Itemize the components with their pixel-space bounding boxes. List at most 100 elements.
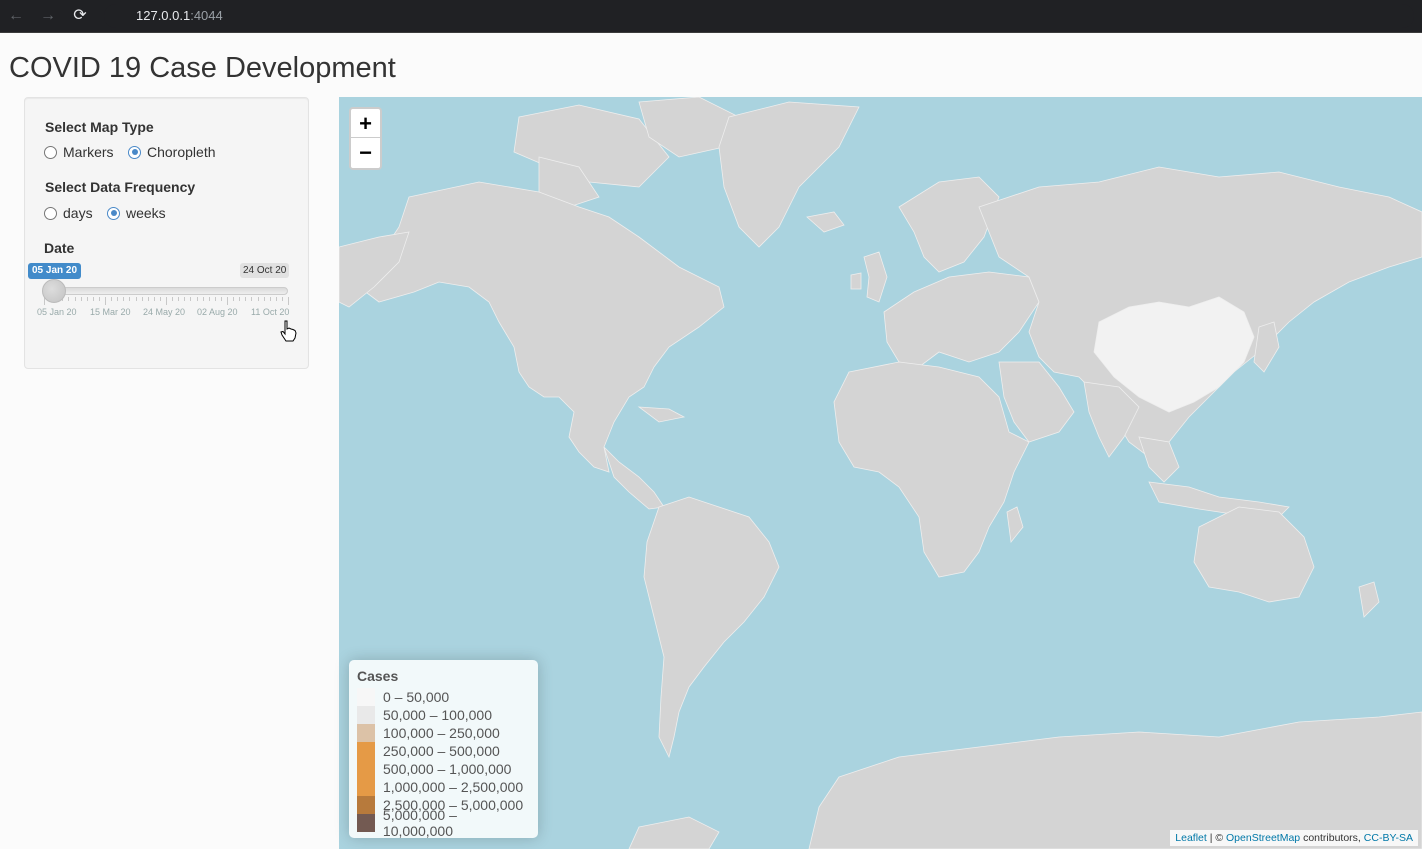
legend-item: 0 – 50,000 (357, 688, 530, 706)
legend-swatch (357, 760, 375, 778)
legend-label: 1,000,000 – 2,500,000 (383, 779, 524, 795)
slider-tick (178, 297, 180, 301)
attribution-sep: | © (1206, 832, 1227, 844)
date-slider-handle[interactable] (42, 279, 66, 303)
radio-days[interactable]: days (44, 205, 93, 221)
slider-tick (196, 297, 198, 301)
legend-title: Cases (357, 668, 399, 684)
slider-tick (245, 297, 247, 301)
date-label: Date (44, 240, 75, 256)
browser-toolbar: ← → ⟳ i 127.0.0.1:4044 (0, 0, 1422, 33)
hand-cursor-icon (280, 320, 297, 342)
slider-tick (275, 297, 277, 301)
slider-tick (184, 297, 186, 301)
url-port: :4044 (190, 8, 223, 23)
legend-label: 250,000 – 500,000 (383, 743, 500, 759)
slider-tick (239, 297, 241, 301)
slider-tick (220, 297, 222, 301)
slider-tick (166, 297, 167, 305)
radio-markers-label: Markers (63, 144, 114, 160)
radio-weeks-label: weeks (126, 205, 166, 221)
slider-tick (208, 297, 210, 301)
slider-tick (141, 297, 143, 301)
slider-tick (288, 297, 289, 305)
slider-tick (105, 297, 106, 305)
zoom-out-button[interactable]: − (351, 138, 380, 167)
slider-from-badge: 05 Jan 20 (28, 263, 82, 279)
back-icon[interactable]: ← (6, 6, 26, 26)
slider-tick (111, 297, 113, 301)
legend-item: 5,000,000 – 10,000,000 (357, 807, 530, 839)
slider-tick (117, 297, 119, 301)
slider-tick (68, 297, 70, 301)
radio-choropleth-dot[interactable] (128, 145, 141, 159)
slider-tick (263, 297, 265, 301)
legend-swatch (357, 706, 375, 724)
tick-label: 24 May 20 (143, 307, 186, 317)
tick-label: 11 Oct 20 (251, 307, 290, 317)
map-attribution: Leaflet | © OpenStreetMap contributors, … (1170, 830, 1418, 846)
radio-markers-dot[interactable] (44, 145, 57, 159)
slider-tick (129, 297, 131, 301)
legend-label: 500,000 – 1,000,000 (383, 761, 512, 777)
slider-max-badge: 24 Oct 20 (240, 263, 290, 278)
tick-label: 15 Mar 20 (90, 307, 131, 317)
slider-tick (172, 297, 174, 301)
attribution-contrib: contributors, (1300, 832, 1364, 844)
slider-tick (227, 297, 228, 305)
reload-icon[interactable]: ⟳ (70, 6, 90, 26)
legend-swatch (357, 724, 375, 742)
frequency-label: Select Data Frequency (45, 179, 196, 195)
radio-days-dot[interactable] (44, 206, 57, 220)
tick-label: 02 Aug 20 (197, 307, 238, 317)
slider-ticks (44, 297, 289, 305)
sidebar-panel (24, 97, 309, 369)
radio-choropleth-label: Choropleth (147, 144, 216, 160)
legend-label: 50,000 – 100,000 (383, 707, 492, 723)
legend-swatch (357, 796, 375, 814)
slider-tick (233, 297, 235, 301)
slider-tick (80, 297, 82, 301)
slider-tick (202, 297, 204, 301)
radio-days-label: days (63, 205, 93, 221)
slider-tick (98, 297, 100, 301)
address-bar[interactable]: 127.0.0.1:4044 (104, 4, 1414, 28)
slider-tick (281, 297, 283, 301)
slider-tick (135, 297, 137, 301)
url-host: 127.0.0.1 (136, 8, 191, 23)
radio-markers[interactable]: Markers (44, 144, 114, 160)
radio-choropleth[interactable]: Choropleth (128, 144, 216, 160)
slider-tick (74, 297, 76, 301)
zoom-control: + − (349, 107, 382, 170)
legend-label: 5,000,000 – 10,000,000 (382, 807, 457, 839)
slider-tick (214, 297, 216, 301)
osm-link[interactable]: OpenStreetMap (1226, 832, 1300, 844)
legend-item: 250,000 – 500,000 (357, 742, 530, 760)
page-title: COVID 19 Case Development (9, 52, 396, 84)
forward-icon[interactable]: → (38, 6, 58, 26)
legend-item: 1,000,000 – 2,500,000 (357, 778, 530, 796)
legend-swatch (357, 778, 375, 796)
legend-item: 100,000 – 250,000 (357, 724, 530, 742)
legend-label: 100,000 – 250,000 (383, 725, 500, 741)
date-slider-track[interactable] (44, 287, 288, 295)
slider-tick (86, 297, 88, 301)
slider-tick (257, 297, 259, 301)
leaflet-link[interactable]: Leaflet (1175, 832, 1207, 844)
radio-weeks-dot[interactable] (107, 206, 120, 220)
radio-weeks[interactable]: weeks (107, 205, 166, 221)
slider-tick (251, 297, 253, 301)
legend-swatch (357, 814, 375, 832)
slider-tick (269, 297, 271, 301)
license-link[interactable]: CC-BY-SA (1364, 832, 1413, 844)
slider-tick (159, 297, 161, 301)
legend-swatch (357, 742, 375, 760)
slider-tick (190, 297, 192, 301)
tick-label: 05 Jan 20 (37, 307, 77, 317)
legend-label: 0 – 50,000 (383, 689, 450, 705)
map-legend: Cases 0 – 50,000 50,000 – 100,000 100,000 … (349, 660, 538, 839)
slider-tick (123, 297, 125, 301)
legend-item: 50,000 – 100,000 (357, 706, 530, 724)
zoom-in-button[interactable]: + (351, 109, 380, 138)
legend-swatch (357, 688, 375, 706)
